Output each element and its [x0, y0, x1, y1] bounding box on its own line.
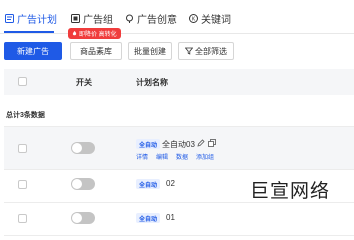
copy-icon[interactable]	[208, 139, 216, 147]
summary-count: 总计3条数据	[6, 112, 45, 119]
ad-group-icon	[70, 13, 80, 23]
status-toggle[interactable]	[71, 142, 95, 154]
fire-icon	[72, 31, 77, 36]
row-checkbox[interactable]	[18, 180, 27, 189]
batch-create-button[interactable]: 批量创建	[128, 42, 172, 60]
filter-icon	[185, 47, 193, 55]
status-toggle[interactable]	[71, 178, 95, 190]
tab-label: 广告创意	[137, 14, 177, 26]
new-ad-label: 新建广告	[17, 46, 49, 56]
active-tab-indicator	[4, 31, 54, 33]
column-switch: 开关	[76, 78, 92, 87]
product-library-button[interactable]: 商品素库	[70, 42, 122, 60]
all-filter-label: 全部筛选	[195, 46, 227, 56]
tab-ad-plan[interactable]: 广告计划	[4, 8, 57, 28]
edit-icon[interactable]	[197, 139, 205, 147]
tab-label: 广告组	[83, 14, 113, 26]
auto-tag: 全自动	[136, 179, 161, 189]
new-ad-button[interactable]: 新建广告	[4, 42, 62, 60]
details-link[interactable]: 详情	[136, 152, 148, 161]
tab-bar: 广告计划 广告组 广告创意 K 关键词	[0, 0, 354, 34]
promo-badge-label: 即降价 高转化	[79, 32, 117, 38]
data-link[interactable]: 数据	[176, 152, 188, 161]
divider	[4, 235, 354, 236]
plan-name[interactable]: 全自动03	[162, 139, 195, 150]
promo-badge: 即降价 高转化	[68, 28, 121, 39]
tab-label: 广告计划	[17, 14, 57, 26]
keyword-icon: K	[188, 13, 198, 23]
edit-link[interactable]: 编辑	[156, 152, 168, 161]
row-checkbox[interactable]	[18, 144, 27, 153]
auto-tag: 全自动	[136, 139, 161, 149]
ad-plan-icon	[4, 13, 14, 23]
row-checkbox[interactable]	[18, 214, 27, 223]
tab-label: 关键词	[201, 14, 231, 26]
table-row[interactable]: 全自动 01	[4, 203, 354, 235]
tab-creative[interactable]: 广告创意	[124, 8, 177, 28]
tab-ad-group[interactable]: 广告组	[70, 8, 113, 28]
creative-icon	[124, 13, 134, 23]
plan-name[interactable]: 01	[166, 213, 175, 222]
select-all-checkbox[interactable]	[18, 77, 27, 86]
status-toggle[interactable]	[71, 212, 95, 224]
add-group-link[interactable]: 添加组	[196, 152, 214, 161]
batch-create-label: 批量创建	[134, 46, 166, 56]
watermark: 巨宣网络	[250, 180, 331, 202]
table-row[interactable]: 全自动 全自动03 详情 编辑 数据 添加组	[4, 127, 354, 169]
table-header: 开关 计划名称	[4, 69, 354, 95]
auto-tag: 全自动	[136, 213, 161, 223]
product-library-label: 商品素库	[80, 46, 112, 56]
tab-keyword[interactable]: K 关键词	[188, 8, 231, 28]
all-filter-button[interactable]: 全部筛选	[178, 42, 234, 60]
column-plan-name: 计划名称	[136, 78, 168, 87]
plan-name[interactable]: 02	[166, 179, 175, 188]
